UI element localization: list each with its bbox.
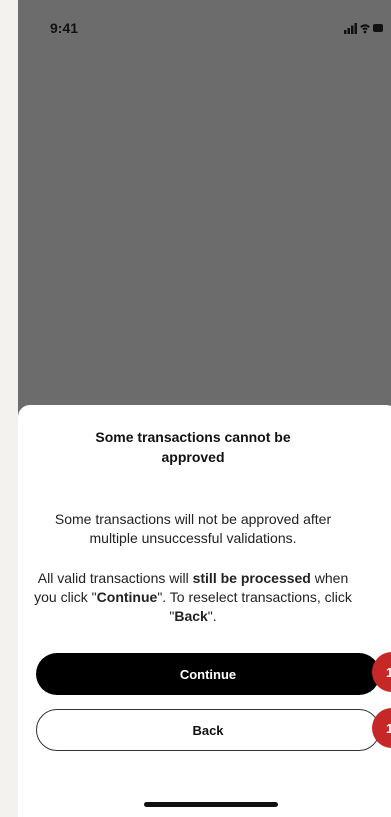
page-margin [0,0,18,817]
status-bar: 9:41 [18,0,391,54]
phone-screen: 9:41 Some transactions cannot be approve… [18,0,391,817]
bottom-sheet-dialog: Some transactions cannot be approved Som… [18,405,391,817]
instructions-bold-text: still be processed [192,570,311,586]
status-time: 9:41 [50,20,79,36]
signal-icon [344,23,357,34]
wifi-icon [360,24,370,34]
battery-icon [373,24,383,32]
dialog-message: Some transactions will not be approved a… [54,511,332,546]
back-button[interactable]: Back [36,709,380,751]
dialog-instructions: All valid transactions will still be pro… [30,569,356,626]
status-icons [344,23,383,34]
instructions-bold-text: Back [174,608,208,624]
home-indicator [144,802,278,807]
instructions-bold-text: Continue [96,589,158,605]
instructions-text: ". [207,608,217,624]
screen: 9:41 Some transactions cannot be approve… [0,0,391,817]
dialog-title: Some transactions cannot be approved [95,429,291,465]
instructions-text: All valid transactions will [37,570,193,586]
continue-button[interactable]: Continue [36,653,380,695]
